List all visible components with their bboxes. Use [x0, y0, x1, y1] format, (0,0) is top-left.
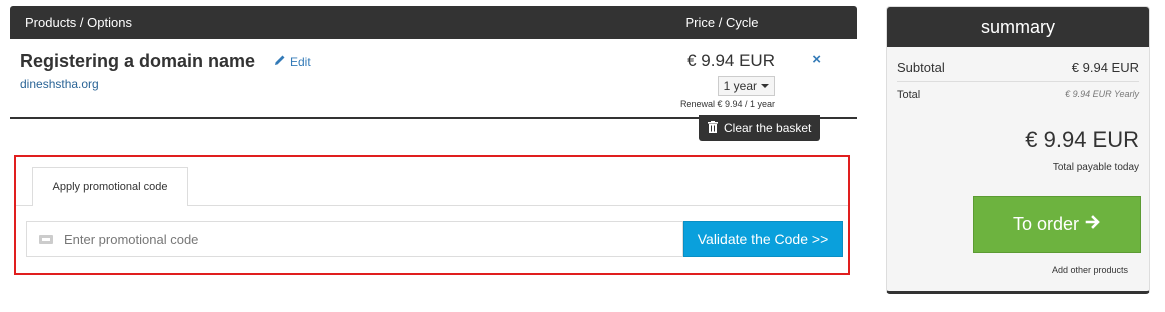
- billing-cycle-select[interactable]: 1 year: [717, 76, 775, 96]
- promo-code-section: Apply promotional code Validate the Code…: [14, 155, 850, 275]
- tab-apply-promo[interactable]: Apply promotional code: [32, 167, 188, 206]
- promo-input-group: [26, 221, 683, 257]
- cart-item: Registering a domain name Edit dineshsth…: [10, 39, 857, 119]
- item-domain: dineshstha.org: [20, 77, 99, 91]
- total-value: € 9.94 EUR Yearly: [1065, 89, 1139, 99]
- summary-title: summary: [887, 7, 1149, 47]
- renewal-text: Renewal € 9.94 / 1 year: [679, 99, 775, 109]
- pencil-icon: [274, 54, 286, 69]
- ticket-icon: [39, 234, 53, 244]
- item-name: Registering a domain name: [20, 51, 256, 71]
- remove-item-icon[interactable]: ×: [812, 51, 821, 68]
- total-payable-label: Total payable today: [1052, 162, 1139, 173]
- item-price: € 9.94 EUR: [687, 51, 775, 70]
- caret-down-icon: [761, 84, 769, 88]
- to-order-label: To order: [1012, 214, 1080, 234]
- add-other-products-link[interactable]: Add other products: [887, 265, 1143, 275]
- billing-cycle-value: 1 year: [723, 79, 757, 93]
- subtotal-label: Subtotal: [897, 60, 945, 75]
- edit-label: Edit: [290, 54, 311, 69]
- subtotal-row: Subtotal € 9.94 EUR: [897, 60, 1139, 82]
- total-row: Total € 9.94 EUR Yearly: [897, 89, 1139, 101]
- arrow-right-icon: [1085, 214, 1101, 235]
- grand-total: € 9.94 EUR: [1025, 127, 1139, 152]
- clear-basket-button[interactable]: Clear the basket: [699, 115, 821, 141]
- trash-icon: [708, 120, 718, 136]
- order-summary-panel: summary Subtotal € 9.94 EUR Total € 9.94…: [886, 6, 1150, 294]
- clear-basket-label: Clear the basket: [724, 121, 812, 135]
- promo-code-input[interactable]: [64, 222, 682, 256]
- price-cycle-header: Price / Cycle: [685, 15, 759, 30]
- products-options-header: Products / Options: [25, 15, 132, 30]
- cart-panel: Products / Options Price / Cycle Registe…: [10, 6, 857, 119]
- edit-link[interactable]: Edit: [274, 54, 311, 69]
- cart-header: Products / Options Price / Cycle: [10, 6, 857, 39]
- validate-code-button[interactable]: Validate the Code >>: [683, 221, 843, 257]
- total-label: Total: [897, 89, 921, 101]
- subtotal-value: € 9.94 EUR: [1071, 60, 1139, 75]
- to-order-button[interactable]: To order: [973, 196, 1141, 253]
